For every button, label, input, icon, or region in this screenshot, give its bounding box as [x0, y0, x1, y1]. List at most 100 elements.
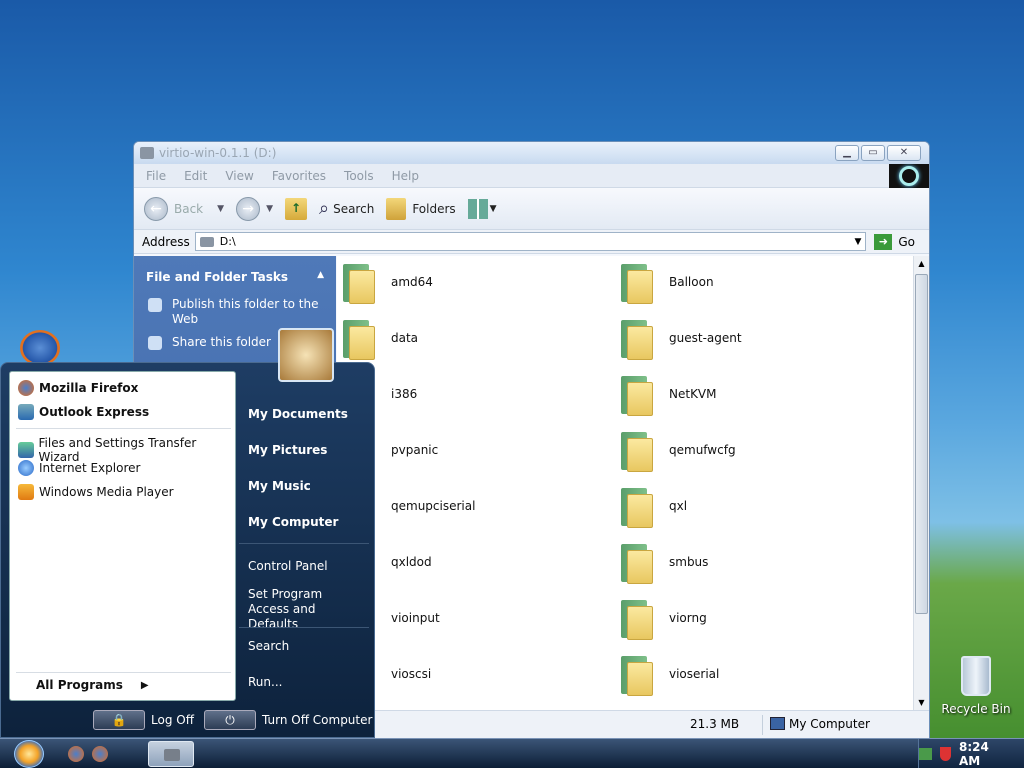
folder-item[interactable]: viorng [621, 598, 707, 640]
scroll-up-icon[interactable]: ▲ [914, 256, 929, 272]
up-folder-button[interactable]: ↑ [284, 197, 307, 220]
log-off-button[interactable]: 🔒 Log Off [93, 710, 194, 730]
start-item-media-player[interactable]: Windows Media Player [18, 484, 174, 500]
folder-name: data [391, 331, 419, 345]
menu-help[interactable]: Help [392, 169, 419, 183]
desktop-icon-recycle-bin[interactable]: Recycle Bin [938, 656, 1014, 716]
start-item-my-pictures[interactable]: My Pictures [248, 443, 327, 457]
go-button[interactable]: ➜ Go [874, 233, 915, 250]
folder-item[interactable]: Balloon [621, 262, 714, 304]
all-programs-button[interactable]: All Programs ▶ [36, 678, 149, 692]
window-title: virtio-win-0.1.1 (D:) [159, 146, 277, 160]
folder-name: NetKVM [669, 387, 717, 401]
views-button[interactable]: ▼ [467, 198, 497, 219]
start-item-internet-explorer[interactable]: Internet Explorer [18, 460, 140, 476]
folder-name: qemufwcfg [669, 443, 736, 457]
divider [16, 428, 231, 429]
recycle-bin-icon [961, 656, 991, 696]
share-icon [148, 336, 162, 350]
share-folder-label: Share this folder [172, 335, 271, 349]
start-item-run[interactable]: Run... [248, 675, 282, 689]
folder-icon [621, 542, 653, 584]
folder-item[interactable]: qxl [621, 486, 687, 528]
address-input[interactable]: D:\ ▼ [194, 232, 867, 251]
folder-item[interactable]: data [343, 318, 419, 360]
publish-folder-link[interactable]: Publish this folder to the Web [134, 294, 336, 330]
start-item-control-panel[interactable]: Control Panel [248, 559, 328, 573]
search-button[interactable]: ⌕ Search [319, 198, 374, 219]
folder-name: amd64 [391, 275, 433, 289]
task-pane-header[interactable]: File and Folder Tasks ▲ [134, 256, 336, 294]
menu-favorites[interactable]: Favorites [272, 169, 326, 183]
recycle-bin-label: Recycle Bin [941, 702, 1011, 716]
divider [16, 672, 231, 673]
transfer-wizard-icon [18, 442, 34, 458]
scroll-down-icon[interactable]: ▼ [914, 695, 929, 711]
folder-item[interactable]: amd64 [343, 262, 433, 304]
arrow-right-icon: ▶ [140, 679, 149, 691]
start-item-my-computer[interactable]: My Computer [248, 515, 338, 529]
folder-item[interactable]: NetKVM [621, 374, 717, 416]
start-item-my-documents[interactable]: My Documents [248, 407, 348, 421]
address-dropdown-icon[interactable]: ▼ [854, 237, 861, 247]
collapse-icon[interactable]: ▲ [317, 270, 324, 284]
turn-off-button[interactable]: ⏻ Turn Off Computer [204, 710, 372, 730]
folder-name: smbus [669, 555, 709, 569]
folder-name: i386 [391, 387, 418, 401]
folders-button[interactable]: Folders [386, 197, 456, 220]
forward-arrow-icon: → [236, 196, 261, 221]
scroll-thumb[interactable] [915, 274, 928, 614]
menu-edit[interactable]: Edit [184, 169, 207, 183]
folder-icon [343, 318, 375, 360]
folder-name: viorng [669, 611, 707, 625]
folder-item[interactable]: qemufwcfg [621, 430, 736, 472]
start-item-label: Internet Explorer [39, 461, 141, 475]
folder-name: vioserial [669, 667, 720, 681]
back-button[interactable]: ← Back ▼ [144, 196, 224, 221]
title-bar[interactable]: virtio-win-0.1.1 (D:) ▁ ▭ ✕ [134, 142, 929, 164]
menu-view[interactable]: View [225, 169, 253, 183]
folders-icon [386, 197, 407, 220]
all-programs-label: All Programs [36, 678, 123, 692]
minimize-button[interactable]: ▁ [835, 145, 859, 161]
start-item-program-access[interactable]: Set Program Access and Defaults [248, 587, 366, 632]
taskbar: 8:24 AM [0, 738, 1024, 768]
forward-button[interactable]: → ▼ [236, 196, 273, 221]
lock-icon: 🔒 [93, 710, 145, 730]
menu-tools[interactable]: Tools [344, 169, 374, 183]
taskbar-explorer-button[interactable] [148, 741, 194, 767]
windows-logo [889, 164, 929, 188]
start-item-firefox[interactable]: Mozilla Firefox [18, 380, 138, 396]
up-folder-icon: ↑ [284, 197, 307, 220]
start-item-my-music[interactable]: My Music [248, 479, 311, 493]
security-shield-icon[interactable] [939, 747, 951, 761]
maximize-button[interactable]: ▭ [861, 145, 885, 161]
start-item-search[interactable]: Search [248, 639, 289, 653]
forward-dropdown-icon[interactable]: ▼ [266, 204, 273, 214]
back-arrow-icon: ← [144, 196, 168, 221]
vertical-scrollbar[interactable]: ▲ ▼ [913, 256, 929, 711]
divider [239, 543, 369, 544]
views-icon [467, 198, 488, 219]
start-menu: Mozilla Firefox Outlook Express Files an… [0, 328, 375, 738]
folders-label: Folders [412, 201, 456, 216]
folder-item[interactable]: smbus [621, 542, 709, 584]
toolbar: ← Back ▼ → ▼ ↑ ⌕ Search Folders ▼ [134, 188, 929, 230]
folder-item[interactable]: guest-agent [621, 318, 742, 360]
folder-icon [621, 262, 653, 304]
internet-explorer-icon [18, 460, 34, 476]
start-item-outlook-express[interactable]: Outlook Express [18, 404, 149, 420]
close-button[interactable]: ✕ [887, 145, 921, 161]
network-icon[interactable] [919, 748, 932, 760]
folder-name: guest-agent [669, 331, 742, 345]
start-item-label: Mozilla Firefox [39, 381, 139, 395]
back-dropdown-icon[interactable]: ▼ [217, 204, 224, 214]
globe-icon [148, 298, 162, 312]
quicklaunch-firefox-icon[interactable] [68, 746, 84, 762]
start-button[interactable] [14, 740, 44, 768]
folder-item[interactable]: vioserial [621, 654, 720, 696]
folder-icon [621, 374, 653, 416]
clock[interactable]: 8:24 AM [959, 740, 1010, 768]
menu-file[interactable]: File [146, 169, 166, 183]
quicklaunch-firefox-icon-2[interactable] [92, 746, 108, 762]
